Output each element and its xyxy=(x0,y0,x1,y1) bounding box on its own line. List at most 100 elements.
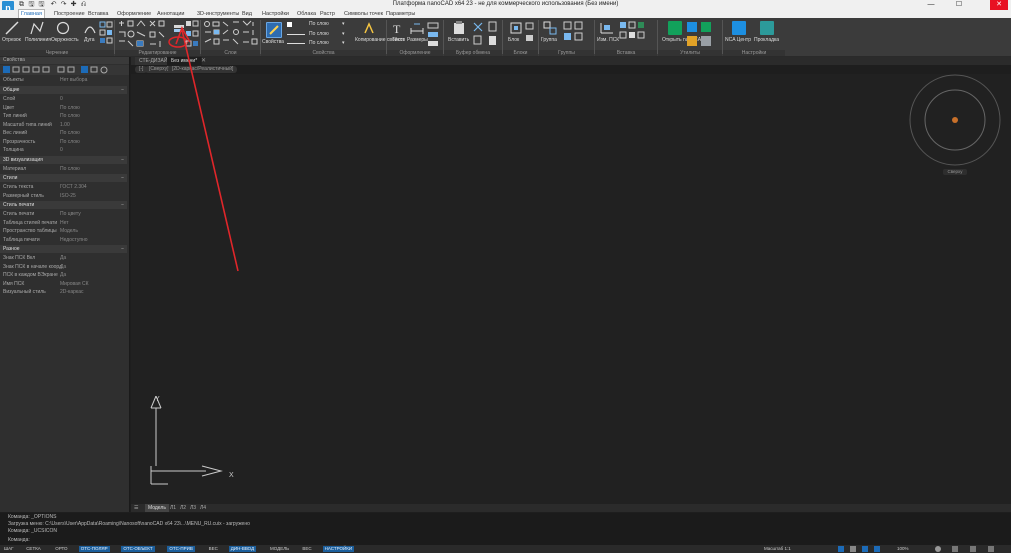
property-section-header[interactable]: 3D визуализация − xyxy=(0,155,127,164)
property-section-header[interactable]: Общие − xyxy=(0,86,127,94)
utility-tools-icon[interactable] xyxy=(619,21,653,49)
text-icon[interactable]: T xyxy=(391,21,405,35)
block-icon[interactable] xyxy=(509,21,523,35)
collapse-icon[interactable]: − xyxy=(121,174,124,182)
property-row[interactable]: Масштаб типа линий 1.00 xyxy=(0,121,127,130)
properties-button-label[interactable]: Свойства xyxy=(262,39,284,45)
properties-toolbar-icons[interactable] xyxy=(3,66,123,74)
circle-icon[interactable] xyxy=(56,21,70,35)
property-row[interactable]: Слой 0 xyxy=(0,95,127,104)
fullscreen-icon[interactable] xyxy=(874,546,880,552)
property-row[interactable]: Таблица печати Недоступно xyxy=(0,236,127,245)
pan-icon[interactable] xyxy=(970,546,976,552)
tab-point-symbols[interactable]: Символы точек xyxy=(342,10,385,18)
minimize-button[interactable]: — xyxy=(922,0,940,10)
property-row[interactable]: Знак ПСК Вкл Да xyxy=(0,254,127,263)
property-row[interactable]: Толщина 0 xyxy=(0,146,127,155)
workspace-icon[interactable] xyxy=(850,546,856,552)
tab-view[interactable]: Вид xyxy=(240,10,254,18)
layout-tabs-menu-icon[interactable]: ☰ xyxy=(131,504,141,512)
menu-icon[interactable] xyxy=(988,546,994,552)
lock-icon[interactable] xyxy=(862,546,868,552)
viewcube-label[interactable]: Сверху xyxy=(943,169,967,175)
arc-icon[interactable] xyxy=(83,21,97,35)
circle-button-label[interactable]: Окружность xyxy=(51,37,79,43)
grid-icon[interactable] xyxy=(952,546,958,552)
property-row[interactable]: Стиль печати По цвету xyxy=(0,210,127,219)
routing-label[interactable]: Прокладка xyxy=(754,37,779,43)
edit-tools-icon[interactable] xyxy=(117,20,167,48)
command-window[interactable]: Команда: _OPTIONS Загрузка меню: C:\User… xyxy=(0,513,1011,545)
command-input[interactable]: Команда: xyxy=(8,537,30,543)
dimension-button-label[interactable]: Размеры xyxy=(407,37,428,43)
tab-design[interactable]: Оформление xyxy=(115,10,153,18)
status-toggle-6[interactable]: ВЕС xyxy=(207,546,220,552)
arc-button-label[interactable]: Дуга xyxy=(84,37,95,43)
clipboard-extra-icon[interactable] xyxy=(488,21,498,49)
property-row[interactable]: Знак ПСК в начале коорд. Да xyxy=(0,263,127,272)
maximize-button[interactable]: ☐ xyxy=(950,0,968,10)
nca-center-label[interactable]: NCA Центр xyxy=(725,37,751,43)
line-button-label[interactable]: Отрезок xyxy=(2,37,21,43)
layout-tab-model[interactable]: Модель xyxy=(145,504,169,512)
lineweight-dropdown[interactable]: По слою ▾ xyxy=(287,40,347,47)
property-row[interactable]: Тип линий По слою xyxy=(0,112,127,121)
tab-annotations[interactable]: Аннотации xyxy=(155,10,187,18)
property-section-header[interactable]: Стиль печати − xyxy=(0,201,127,209)
block-button-label[interactable]: Блок xyxy=(508,37,519,43)
dimension-icon[interactable] xyxy=(410,21,424,35)
ucs-icon[interactable] xyxy=(599,21,615,35)
linetype-dropdown[interactable]: По слою ▾ xyxy=(287,31,347,38)
polyline-icon[interactable] xyxy=(30,21,44,35)
draw-small-tools-icon[interactable] xyxy=(99,21,113,47)
property-row[interactable]: Прозрачность По слою xyxy=(0,138,127,147)
objects-row[interactable]: Объекты Нет выбора xyxy=(0,76,127,85)
status-toggle-10[interactable]: НАСТРОЙКИ xyxy=(322,546,355,552)
property-row[interactable]: Пространство таблицы Модель xyxy=(0,227,127,236)
text-button-label[interactable]: Текст xyxy=(392,37,405,43)
zoom-level[interactable]: 100% xyxy=(895,546,911,552)
match-properties-icon[interactable] xyxy=(362,21,376,35)
nca-center-icon[interactable] xyxy=(732,21,746,35)
property-section-header[interactable]: Разное − xyxy=(0,245,127,253)
property-section-header[interactable]: Стили − xyxy=(0,174,127,182)
status-toggle-3[interactable]: ОТС-ПОЛЯР xyxy=(78,546,110,552)
status-toggle-9[interactable]: ВЕС xyxy=(300,546,313,552)
paste-button-label[interactable]: Вставить xyxy=(448,37,469,43)
tab-insert[interactable]: Вставка xyxy=(86,10,110,18)
group-button-label[interactable]: Группа xyxy=(541,37,557,43)
tab-3d-tools[interactable]: 3D-инструменты xyxy=(195,10,241,18)
property-row[interactable]: Визуальный стиль 2D-каркас xyxy=(0,288,127,297)
collapse-icon[interactable]: − xyxy=(121,86,124,94)
routing-icon[interactable] xyxy=(760,21,774,35)
paste-icon[interactable] xyxy=(452,21,466,35)
property-row[interactable]: ПСК в каждом ВЭкране Да xyxy=(0,271,127,280)
status-toggle-0[interactable]: ШАГ xyxy=(2,546,16,552)
property-row[interactable]: Таблица стилей печати Нет xyxy=(0,219,127,228)
polyline-button-label[interactable]: Полилиния xyxy=(25,37,51,43)
property-row[interactable]: Размерный стиль ISO-25 xyxy=(0,192,127,201)
status-toggle-2[interactable]: ОРТО xyxy=(53,546,69,552)
status-toggle-5[interactable]: ОТС-ПРИВ xyxy=(167,546,195,552)
close-button[interactable]: ✕ xyxy=(990,0,1008,10)
property-row[interactable]: Стиль текста ГОСТ 2.304 xyxy=(0,183,127,192)
cut-copy-icon[interactable] xyxy=(472,21,484,49)
collapse-icon[interactable]: − xyxy=(121,245,124,253)
line-icon[interactable] xyxy=(5,21,19,35)
open-nanocad-icon[interactable] xyxy=(668,21,682,35)
tab-clouds[interactable]: Облака xyxy=(295,10,318,18)
property-row[interactable]: Имя ПСК Мировая СК xyxy=(0,280,127,289)
group-icon[interactable] xyxy=(543,21,557,35)
settings-icon[interactable] xyxy=(838,546,844,552)
property-row[interactable]: Материал По слою xyxy=(0,165,127,174)
collapse-icon[interactable]: − xyxy=(121,156,124,164)
properties-icon[interactable] xyxy=(266,22,282,38)
status-toggle-1[interactable]: СЕТКА xyxy=(24,546,43,552)
annotation-small-icon[interactable] xyxy=(427,22,441,48)
tab-settings[interactable]: Настройки xyxy=(260,10,291,18)
status-toggle-7[interactable]: ДИН-ВВОД xyxy=(228,546,257,552)
help-tools-icon[interactable] xyxy=(686,21,714,49)
tab-parameters[interactable]: Параметры xyxy=(384,10,417,18)
status-toggle-8[interactable]: МОДЕЛЬ xyxy=(268,546,291,552)
collapse-icon[interactable]: − xyxy=(121,201,124,209)
